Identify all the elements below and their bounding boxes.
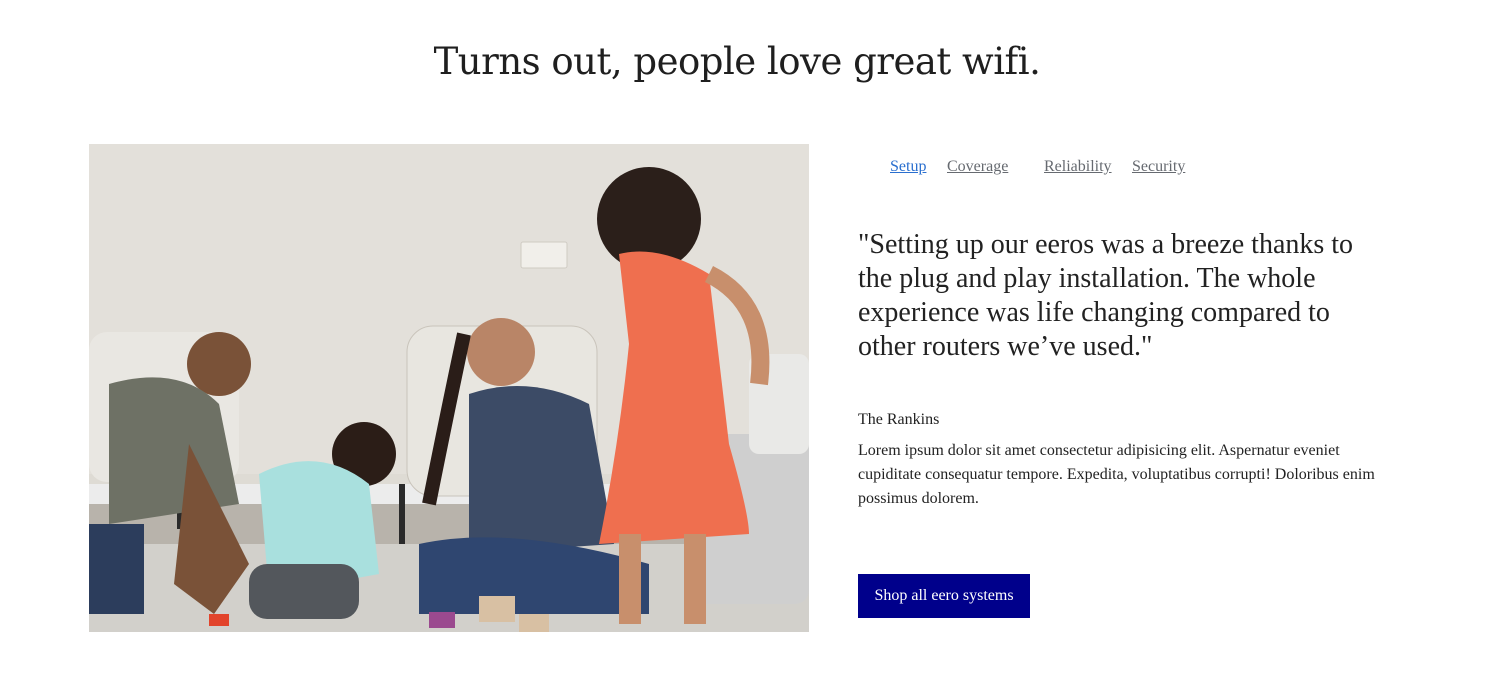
section-headline: Turns out, people love great wifi. [433,40,1041,83]
tab-security[interactable]: Security [1132,158,1185,176]
testimonial-author: The Rankins [858,411,940,428]
testimonial-body: Lorem ipsum dolor sit amet consectetur a… [858,442,1375,507]
family-photo-illustration [89,144,809,632]
tab-setup[interactable]: Setup [890,158,926,176]
shop-all-button[interactable]: Shop all eero systems [858,574,1030,618]
tab-coverage[interactable]: Coverage [947,158,1008,176]
family-photo [89,144,809,632]
testimonial-quote: "Setting up our eeros was a breeze thank… [858,229,1354,362]
tab-reliability[interactable]: Reliability [1044,158,1112,176]
